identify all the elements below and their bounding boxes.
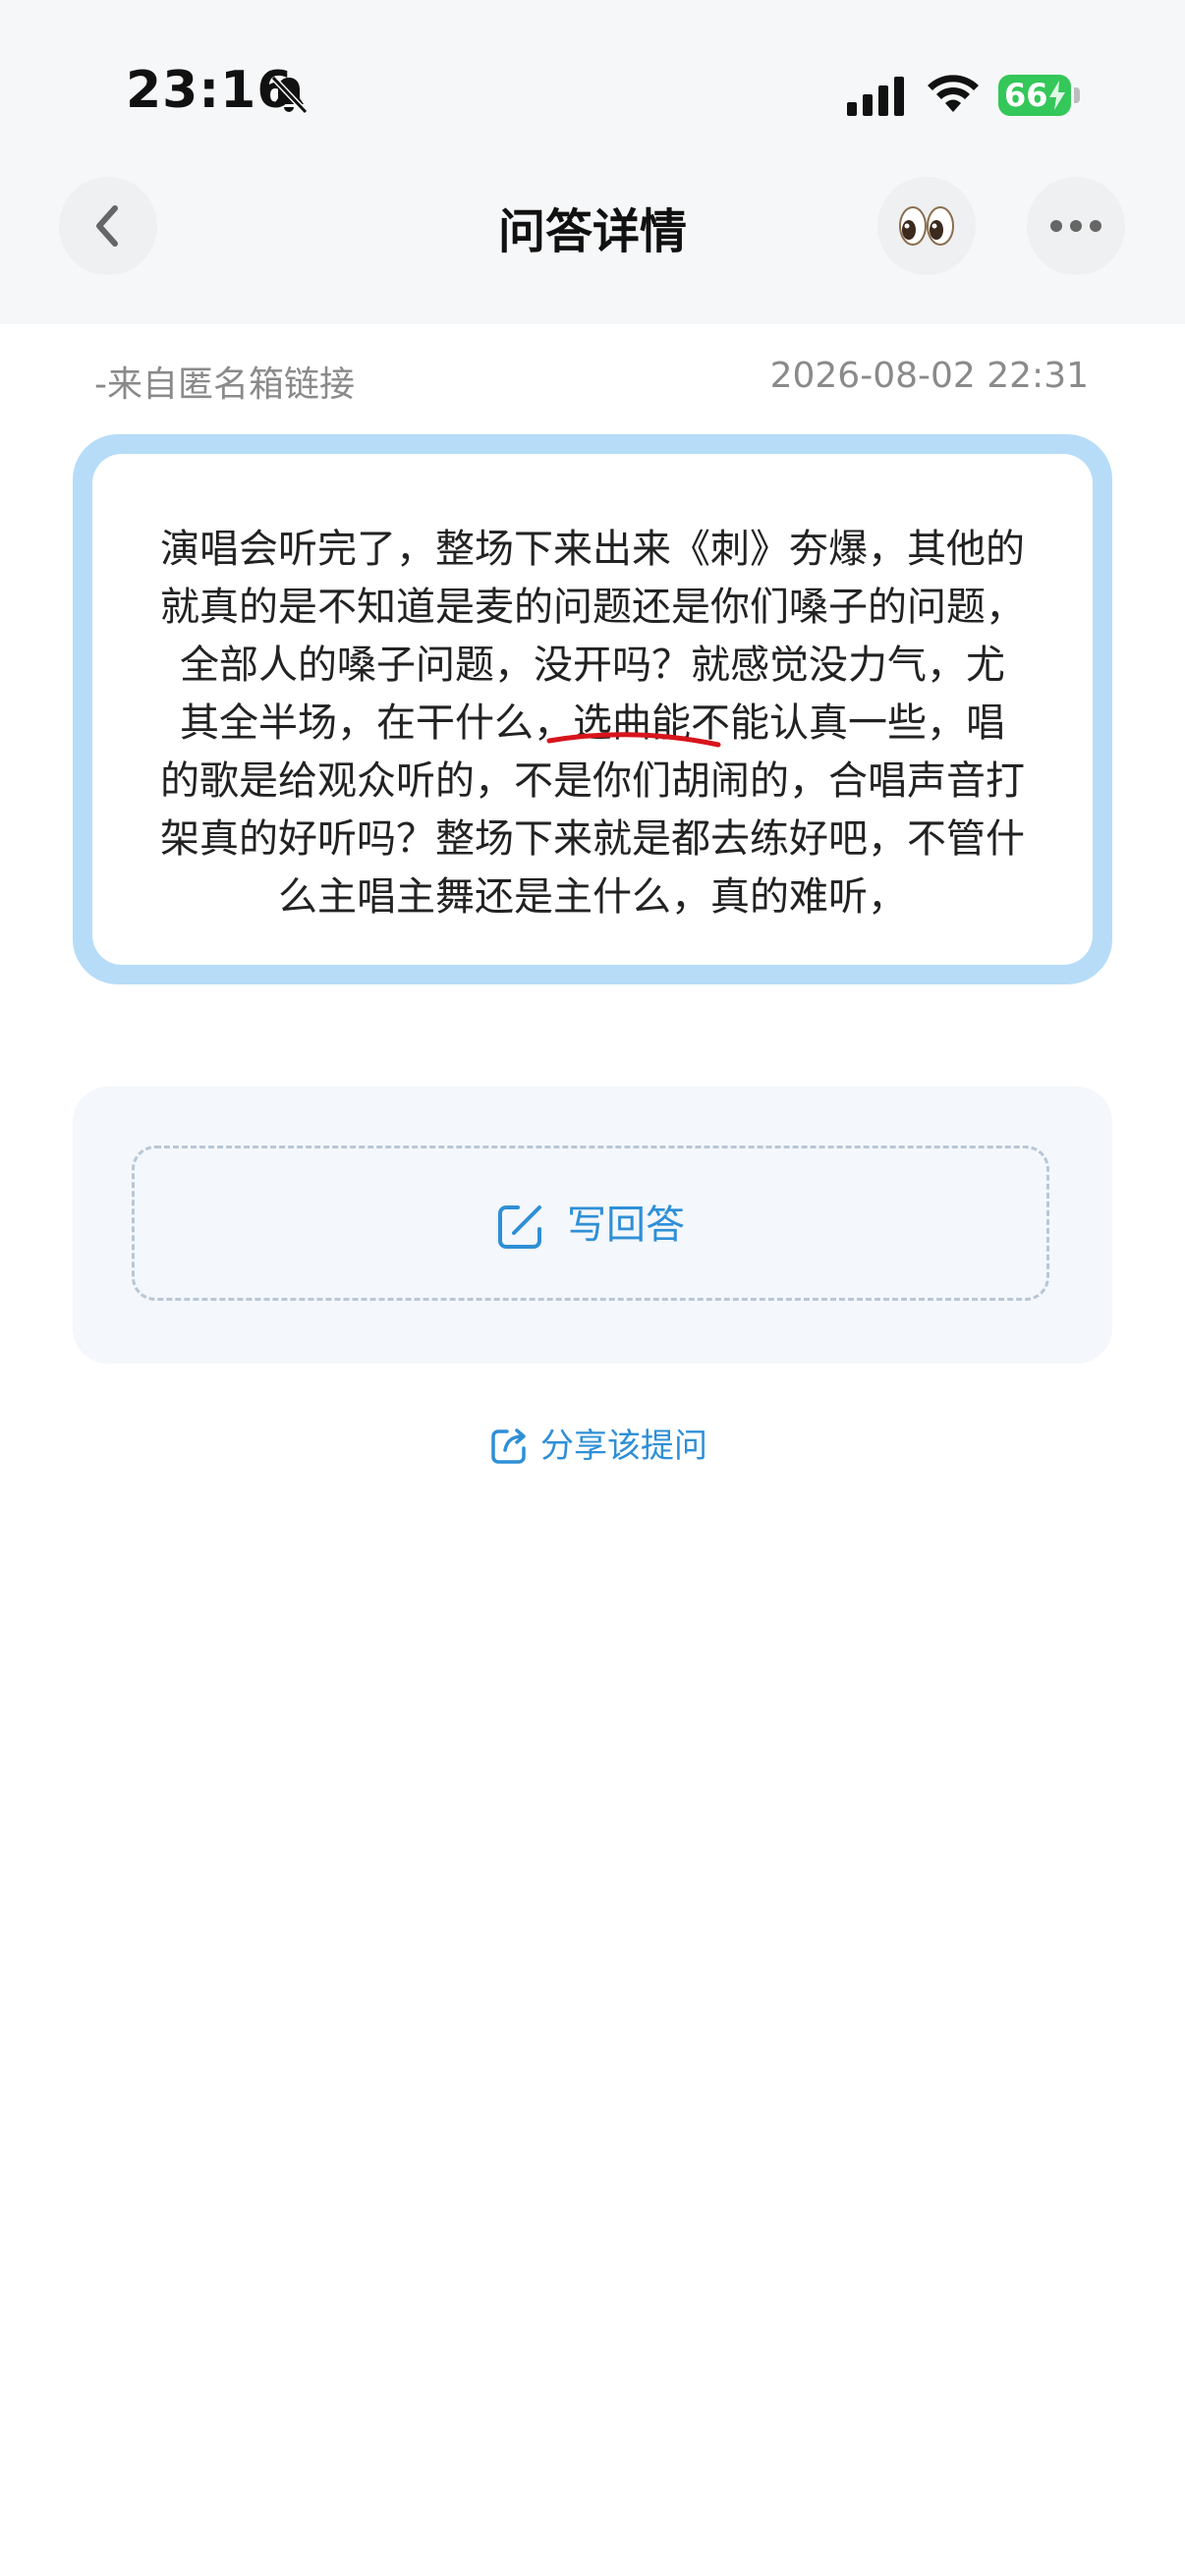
question-line: 全部人的嗓子问题，没开吗？就感觉没力气，尤 bbox=[180, 643, 1005, 688]
page: 23:16 66 问答详情 -来自匿名箱链接 2026-08-02 22:31 … bbox=[0, 0, 1185, 2576]
question-line: 演唱会听完了，整场下来出来《刺》夯爆，其他的 bbox=[160, 527, 1025, 572]
charging-bolt-icon bbox=[1049, 81, 1065, 110]
wifi-icon bbox=[928, 75, 979, 112]
eyes-icon bbox=[899, 206, 954, 246]
question-line: 么主唱主舞还是主什么，真的难听， bbox=[278, 874, 907, 920]
share-icon bbox=[491, 1428, 526, 1464]
answer-panel: 写回答 bbox=[73, 1087, 1112, 1364]
more-button[interactable] bbox=[1027, 177, 1125, 275]
question-line: 架真的好听吗？整场下来就是都去练好吧，不管什 bbox=[160, 816, 1025, 862]
edit-icon bbox=[498, 1205, 541, 1249]
share-label: 分享该提问 bbox=[540, 1427, 707, 1466]
question-source: -来自匿名箱链接 bbox=[94, 364, 355, 405]
question-text: 演唱会听完了，整场下来出来《刺》夯爆，其他的 就真的是不知道是麦的问题还是你们嗓… bbox=[134, 521, 1051, 926]
write-answer-label: 写回答 bbox=[567, 1203, 685, 1248]
battery-cap bbox=[1074, 87, 1080, 103]
question-card-frame: 演唱会听完了，整场下来出来《刺》夯爆，其他的 就真的是不知道是麦的问题还是你们嗓… bbox=[73, 434, 1112, 984]
page-title: 问答详情 bbox=[497, 204, 687, 259]
battery-indicator: 66 bbox=[998, 75, 1081, 116]
header-area: 23:16 66 问答详情 bbox=[0, 0, 1185, 324]
write-answer-button[interactable]: 写回答 bbox=[132, 1146, 1049, 1301]
more-dots-icon bbox=[1050, 220, 1101, 232]
question-card: 演唱会听完了，整场下来出来《刺》夯爆，其他的 就真的是不知道是麦的问题还是你们嗓… bbox=[92, 454, 1093, 965]
question-line: 的歌是给观众听的，不是你们胡闹的，合唱声音打 bbox=[160, 758, 1025, 804]
signal-icon bbox=[847, 77, 904, 116]
eyes-button[interactable] bbox=[877, 177, 976, 275]
bell-slash-icon bbox=[270, 75, 309, 115]
question-date: 2026-08-02 22:31 bbox=[769, 356, 1089, 396]
question-line: 就真的是不知道是麦的问题还是你们嗓子的问题， bbox=[160, 585, 1025, 630]
red-underline-annotation bbox=[546, 732, 721, 748]
